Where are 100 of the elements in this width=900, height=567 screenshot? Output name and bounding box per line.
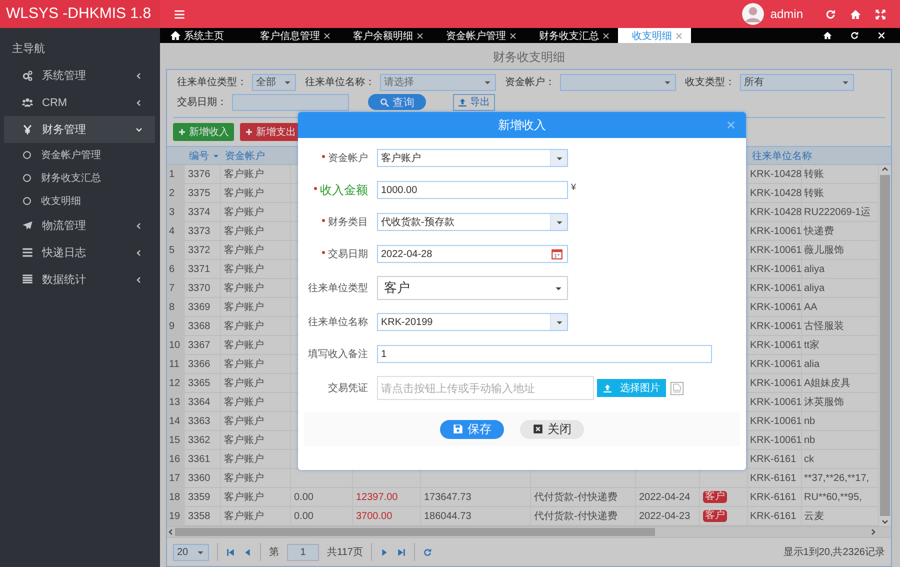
next-page-icon[interactable] [380, 548, 389, 556]
nav-item[interactable]: 数据统计 [4, 266, 155, 293]
page-input[interactable]: 1 [287, 544, 319, 560]
users-icon [22, 97, 33, 108]
tab[interactable]: 客户信息管理 [246, 28, 339, 43]
date-field[interactable] [232, 94, 349, 110]
field-label: 往来单位名称 [308, 316, 368, 329]
table-cell: 3360 [185, 469, 221, 487]
table-cell: 2022-04-23 [636, 507, 700, 525]
table-cell: KRK-6161 [748, 488, 802, 506]
user-name[interactable]: admin [770, 7, 803, 21]
close-icon[interactable] [602, 32, 610, 40]
table-cell: KRK-10061 [748, 355, 802, 373]
first-page-icon[interactable] [226, 548, 235, 556]
chevron-right-icon [869, 528, 877, 536]
fullscreen-icon[interactable] [875, 8, 886, 20]
user-avatar[interactable] [742, 3, 764, 25]
dropdown[interactable]: 代收货款-预存款 [377, 213, 568, 231]
table-cell: 客户账户 [221, 298, 291, 316]
nav-item[interactable]: CRM [4, 89, 155, 116]
close-icon[interactable] [323, 32, 331, 40]
home-icon[interactable] [823, 31, 832, 40]
list-icon [22, 247, 33, 258]
chevron-left-icon [135, 276, 143, 284]
table-cell: 0.00 [291, 488, 353, 506]
nav-item[interactable]: 财务管理 [4, 116, 155, 143]
add-expense-button[interactable]: 新增支出 [240, 123, 301, 141]
close-button[interactable]: 关闭 [520, 420, 584, 438]
row-number: 16 [167, 450, 185, 468]
table-cell: 0.00 [291, 507, 353, 525]
close-icon[interactable] [416, 32, 424, 40]
nav-item[interactable]: 物流管理 [4, 212, 155, 239]
table-cell: 186044.73 [421, 507, 531, 525]
menu-icon[interactable] [174, 8, 185, 20]
table-cell: 3367 [185, 336, 221, 354]
page-size-dropdown[interactable]: 20 [173, 544, 209, 560]
sidebar-heading: 主导航 [11, 42, 46, 57]
dropdown[interactable]: KRK-20199 [377, 313, 568, 331]
table-cell: 客户账户 [221, 336, 291, 354]
last-page-icon[interactable] [396, 548, 406, 556]
search-icon [380, 98, 388, 106]
table-cell: 3362 [185, 431, 221, 449]
field-label: 交易日期 [328, 248, 368, 261]
nav-item[interactable]: 快递日志 [4, 239, 155, 266]
table-cell: 3364 [185, 393, 221, 411]
row-number: 15 [167, 431, 185, 449]
chevron-up-icon [881, 165, 889, 173]
field-label: 资金帐户 [328, 152, 368, 165]
row-number: 9 [167, 317, 185, 335]
table-cell: KRK-10061 [748, 336, 802, 354]
table-cell: 2022-04-24 [636, 488, 700, 506]
tab[interactable]: 资金帐户管理 [432, 28, 525, 43]
table-cell: KRK-10061 [748, 222, 802, 240]
row-number: 8 [167, 298, 185, 316]
row-number: 19 [167, 507, 185, 525]
table-cell: 客户账户 [221, 203, 291, 221]
file-icon[interactable] [670, 380, 684, 396]
previous-page-icon[interactable] [243, 548, 252, 556]
chevron-down-icon [881, 518, 889, 526]
table-cell: 3366 [185, 355, 221, 373]
field-label: 收入金额 [320, 182, 368, 198]
dropdown[interactable]: 全部 [252, 74, 296, 90]
nav-subitem[interactable]: 资金帐户管理 [0, 143, 160, 166]
table-cell: 客户账户 [221, 279, 291, 297]
table-cell: 3372 [185, 241, 221, 259]
nav-subitem[interactable]: 收支明细 [0, 189, 160, 212]
row-number: 6 [167, 260, 185, 278]
nav-subitem[interactable]: 财务收支汇总 [0, 166, 160, 189]
record-summary: 显示1到20,共2326记录 [783, 546, 885, 559]
row-number: 7 [167, 279, 185, 297]
table-cell: 客户账户 [221, 374, 291, 392]
page-count: 共117页 [327, 546, 363, 559]
table-cell: KRK-10428 [748, 165, 802, 183]
table-cell: 3369 [185, 298, 221, 316]
upload-icon [458, 98, 467, 106]
input-field[interactable]: 1000.00 [377, 181, 568, 199]
dropdown[interactable]: 客户账户 [377, 149, 568, 167]
table-cell: 客户账户 [221, 355, 291, 373]
nav-item[interactable]: 系统管理 [4, 62, 155, 89]
dropdown[interactable]: 客户 [377, 276, 568, 300]
date-field[interactable]: 2022-04-28 [377, 245, 568, 263]
input-field[interactable]: 1 [377, 345, 712, 363]
table-cell: KRK-6161 [748, 469, 802, 487]
vertical-scrollbar[interactable] [879, 165, 891, 526]
table-cell: KRK-10061 [748, 412, 802, 430]
tab[interactable]: 收支明细 [618, 28, 691, 43]
page-title: 财务收支明细 [492, 49, 566, 66]
table-cell: 客户账户 [221, 469, 291, 487]
row-number: 18 [167, 488, 185, 506]
tab[interactable]: 财务收支汇总 [525, 28, 618, 43]
horizontal-scrollbar[interactable] [167, 526, 891, 537]
close-icon[interactable] [509, 32, 517, 40]
table-cell: KRK-10061 [748, 298, 802, 316]
table-cell: 3359 [185, 488, 221, 506]
tab[interactable]: 客户余额明细 [339, 28, 432, 43]
tab[interactable]: 系统主页 [164, 28, 246, 43]
table-cell: 代付货款-付快递费 [531, 507, 636, 525]
dropdown[interactable]: 所有 [740, 74, 854, 90]
gears-icon [22, 70, 33, 81]
field-label: 往来单位类型 [308, 282, 368, 295]
